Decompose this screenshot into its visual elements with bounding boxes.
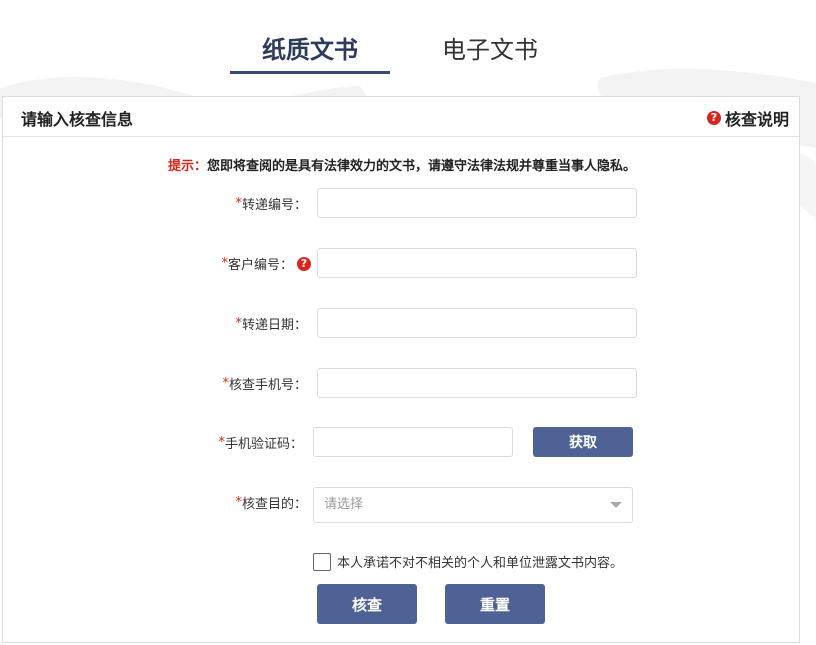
purpose-label-text: 核查目的： — [241, 497, 307, 512]
reset-button[interactable]: 重置 — [445, 584, 545, 624]
document-type-tabs: 纸质文书 电子文书 — [0, 0, 816, 96]
agreement-row: 本人承诺不对不相关的个人和单位泄露文书内容。 — [313, 552, 623, 571]
phone-label-text: 核查手机号： — [228, 378, 307, 393]
customer-no-label: * 客户编号： ? — [221, 254, 311, 273]
tab-electronic-documents[interactable]: 电子文书 — [410, 32, 570, 72]
row-customer-no: * 客户编号： ? — [3, 248, 801, 278]
sms-code-input[interactable] — [313, 427, 513, 457]
purpose-label: * 核查目的： — [235, 493, 307, 512]
agreement-text[interactable]: 本人承诺不对不相关的个人和单位泄露文书内容。 — [337, 552, 623, 571]
question-circle-icon[interactable]: ? — [297, 256, 311, 271]
purpose-select[interactable]: 请选择 — [313, 487, 633, 523]
agreement-checkbox[interactable] — [313, 552, 331, 571]
chevron-down-icon — [610, 502, 622, 508]
transfer-no-label: * 转递编号： — [235, 194, 307, 213]
tab-paper-documents[interactable]: 纸质文书 — [230, 32, 390, 74]
question-circle-icon: ? — [706, 111, 721, 125]
row-phone: * 核查手机号： — [3, 368, 801, 398]
privacy-notice: 提示：您即将查阅的是具有法律效力的文书，请遵守法律法规并尊重当事人隐私。 — [3, 155, 801, 174]
row-transfer-date: * 转递日期： — [3, 308, 801, 338]
row-transfer-no: * 转递编号： — [3, 188, 801, 218]
row-purpose: * 核查目的： 请选择 — [3, 487, 801, 523]
sms-code-label-text: 手机验证码： — [224, 437, 303, 452]
customer-no-input[interactable] — [317, 248, 637, 278]
check-button[interactable]: 核查 — [317, 584, 417, 624]
help-link-label: 核查说明 — [724, 110, 789, 129]
sms-code-label: * 手机验证码： — [218, 433, 303, 452]
verification-panel: 请输入核查信息 ? 核查说明 提示：您即将查阅的是具有法律效力的文书，请遵守法律… — [2, 96, 800, 643]
verification-help-link[interactable]: ? 核查说明 — [706, 106, 789, 130]
row-sms-code: * 手机验证码： 获取 — [3, 427, 801, 457]
panel-title: 请输入核查信息 — [21, 110, 134, 129]
transfer-date-label: * 转递日期： — [235, 314, 307, 333]
transfer-no-label-text: 转递编号： — [241, 198, 307, 213]
phone-label: * 核查手机号： — [222, 374, 307, 393]
transfer-no-input[interactable] — [317, 188, 637, 218]
phone-input[interactable] — [317, 368, 637, 398]
notice-text: 您即将查阅的是具有法律效力的文书，请遵守法律法规并尊重当事人隐私。 — [207, 159, 637, 174]
transfer-date-input[interactable] — [317, 308, 637, 338]
panel-header: 请输入核查信息 ? 核查说明 — [3, 97, 799, 137]
get-code-button[interactable]: 获取 — [533, 427, 633, 457]
transfer-date-label-text: 转递日期： — [241, 318, 307, 333]
customer-no-label-text: 客户编号： — [227, 258, 293, 273]
purpose-select-placeholder: 请选择 — [324, 497, 364, 512]
notice-label: 提示： — [167, 159, 207, 174]
